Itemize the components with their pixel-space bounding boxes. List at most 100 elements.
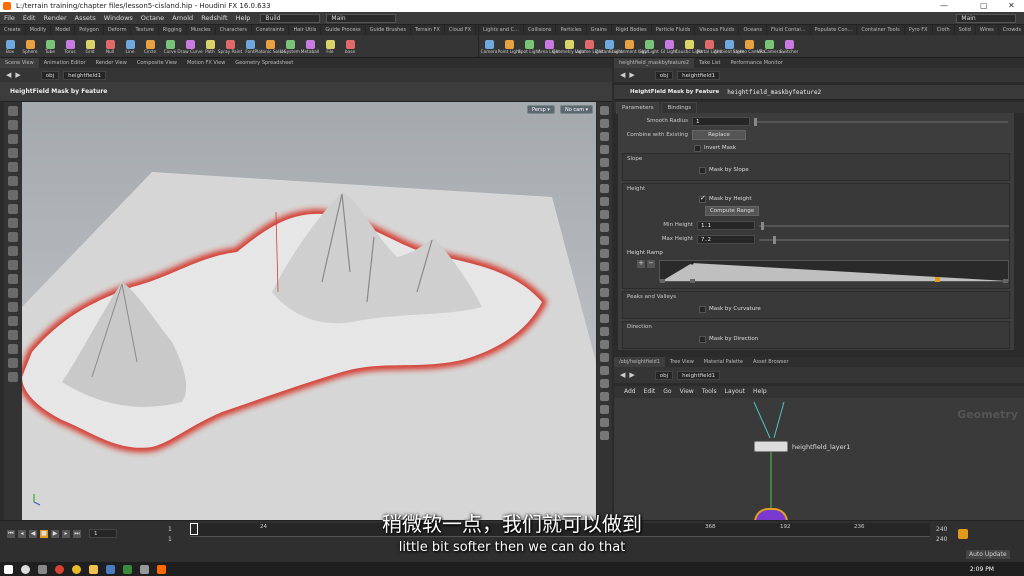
viewport-tool-icon[interactable] — [8, 162, 18, 172]
viewport-tool-icon[interactable] — [600, 327, 609, 336]
viewport-tool-icon[interactable] — [8, 134, 18, 144]
viewport-tool-icon[interactable] — [600, 366, 609, 375]
path-obj[interactable]: obj — [40, 70, 60, 80]
shelf-tab[interactable]: Create — [0, 25, 26, 35]
menu-help[interactable]: Help — [232, 12, 255, 25]
height-folder[interactable]: Height Mask by Height Compute Range Min … — [622, 183, 1010, 289]
height-ramp-editor[interactable] — [659, 260, 1009, 283]
net-menu-edit[interactable]: Edit — [640, 386, 660, 398]
viewport-tool-icon[interactable] — [8, 190, 18, 200]
shelf-tool-button[interactable]: Null — [100, 38, 120, 55]
shelf-tool-button[interactable]: Sky Light — [639, 38, 659, 55]
viewport-tool-icon[interactable] — [600, 145, 609, 154]
viewport-tool-icon[interactable] — [600, 340, 609, 349]
shelf-tab[interactable]: Oceans — [739, 25, 768, 35]
shelf-tab[interactable]: Grains — [587, 25, 612, 35]
max-height-knob[interactable] — [773, 236, 776, 244]
app-icon[interactable] — [106, 564, 115, 574]
chrome-icon[interactable] — [72, 564, 81, 574]
viewport-tool-icon[interactable] — [600, 301, 609, 310]
viewport-tool-icon[interactable] — [8, 218, 18, 228]
shelf-tab[interactable]: Container Tools — [857, 25, 905, 35]
viewport-tool-icon[interactable] — [600, 158, 609, 167]
tab-tree-view[interactable]: Tree View — [665, 357, 699, 367]
viewport-tool-icon[interactable] — [600, 249, 609, 258]
shelf-tool-button[interactable]: Tube — [40, 38, 60, 55]
viewport-tool-icon[interactable] — [8, 148, 18, 158]
net-menu-help[interactable]: Help — [749, 386, 771, 398]
shelf-tool-button[interactable]: Switcher — [779, 38, 799, 55]
max-height-slider[interactable] — [759, 239, 1009, 241]
tab-motion-fx-view[interactable]: Motion FX View — [182, 58, 230, 68]
shelf-tool-button[interactable]: File — [320, 38, 340, 55]
shelf-tab[interactable]: Cloth — [933, 25, 955, 35]
node-heightfield-layer[interactable] — [754, 441, 788, 452]
node-name-field[interactable]: heightfield_maskbyfeature2 — [727, 89, 821, 96]
forward-arrow-icon[interactable]: ▶ — [629, 71, 634, 79]
shelf-tab[interactable]: Particles — [556, 25, 587, 35]
shelf-tool-button[interactable]: VR Camera — [757, 38, 781, 55]
path-obj[interactable]: obj — [654, 370, 674, 380]
tab-render-view[interactable]: Render View — [91, 58, 132, 68]
max-height-field[interactable]: 7.2 — [697, 235, 755, 244]
path-heightfield[interactable]: heightfield1 — [677, 70, 721, 80]
compute-range-button[interactable]: Compute Range — [705, 206, 759, 216]
menu-edit[interactable]: Edit — [19, 12, 40, 25]
viewport-tool-icon[interactable] — [600, 236, 609, 245]
viewport-tool-icon[interactable] — [600, 184, 609, 193]
shelf-tool-button[interactable]: Box — [0, 38, 20, 55]
shelf-tool-button[interactable]: Camera — [479, 38, 499, 55]
shelf-tab[interactable]: Crowds — [999, 25, 1024, 35]
app-icon[interactable] — [140, 564, 149, 574]
menu-redshift[interactable]: Redshift — [197, 12, 231, 25]
viewport-tool-icon[interactable] — [600, 379, 609, 388]
mask-by-direction-checkbox[interactable] — [699, 336, 706, 343]
viewport-tool-icon[interactable] — [600, 171, 609, 180]
app-icon[interactable] — [123, 564, 132, 574]
shelf-tool-button[interactable]: base — [340, 38, 360, 55]
slope-folder[interactable]: Slope Mask by Slope — [622, 153, 1010, 181]
shelf-tool-button[interactable]: Torus — [60, 38, 80, 55]
tab-parameters[interactable]: Parameters — [616, 101, 660, 114]
viewport-tool-icon[interactable] — [600, 288, 609, 297]
main-dropdown[interactable]: Main — [326, 13, 397, 23]
tab-material-palette[interactable]: Material Palette — [699, 357, 748, 367]
peaks-valleys-folder[interactable]: Peaks and Valleys Mask by Curvature — [622, 291, 1010, 319]
net-menu-layout[interactable]: Layout — [721, 386, 749, 398]
viewport-tool-icon[interactable] — [8, 246, 18, 256]
viewport-tool-icon[interactable] — [600, 262, 609, 271]
shelf-tab[interactable]: Collisions — [524, 25, 557, 35]
menu-windows[interactable]: Windows — [100, 12, 137, 25]
min-height-knob[interactable] — [761, 222, 764, 230]
viewport-tool-icon[interactable] — [8, 302, 18, 312]
viewport-tool-icon[interactable] — [8, 372, 18, 382]
ramp-remove-icon[interactable]: − — [647, 260, 655, 268]
minimize-icon[interactable]: — — [940, 1, 948, 10]
viewport-tool-icon[interactable] — [600, 210, 609, 219]
shelf-tab[interactable]: Cloud FX — [445, 25, 477, 35]
forward-arrow-icon[interactable]: ▶ — [15, 71, 20, 79]
shelf-tool-button[interactable]: Line — [120, 38, 140, 55]
viewport-tool-icon[interactable] — [600, 275, 609, 284]
mask-by-slope-checkbox[interactable] — [699, 167, 706, 174]
shelf-tab[interactable]: Fluid Contai... — [767, 25, 811, 35]
maximize-icon[interactable]: ▢ — [980, 1, 988, 10]
shelf-tab[interactable]: Polygon — [75, 25, 104, 35]
shelf-tool-button[interactable]: Spray Paint — [218, 38, 242, 55]
forward-arrow-icon[interactable]: ▶ — [629, 371, 634, 379]
tab-param-node[interactable]: heightfield_maskbyfeature2 — [614, 58, 695, 68]
shelf-tab[interactable]: Guide Brushes — [366, 25, 411, 35]
smooth-radius-knob[interactable] — [754, 118, 757, 126]
viewport-tool-icon[interactable] — [600, 314, 609, 323]
smooth-radius-slider[interactable] — [754, 121, 1008, 123]
tab-network-path[interactable]: /obj/heightfield1 — [614, 357, 665, 367]
shelf-tool-button[interactable]: Environment Light — [609, 38, 649, 55]
viewport-tool-icon[interactable] — [8, 120, 18, 130]
back-arrow-icon[interactable]: ◀ — [6, 71, 11, 79]
viewport-tool-icon[interactable] — [8, 204, 18, 214]
task-view-icon[interactable] — [38, 564, 47, 574]
shelf-tab[interactable]: Deform — [104, 25, 132, 35]
min-height-slider[interactable] — [759, 225, 1009, 227]
back-arrow-icon[interactable]: ◀ — [620, 371, 625, 379]
path-heightfield[interactable]: heightfield1 — [677, 370, 721, 380]
